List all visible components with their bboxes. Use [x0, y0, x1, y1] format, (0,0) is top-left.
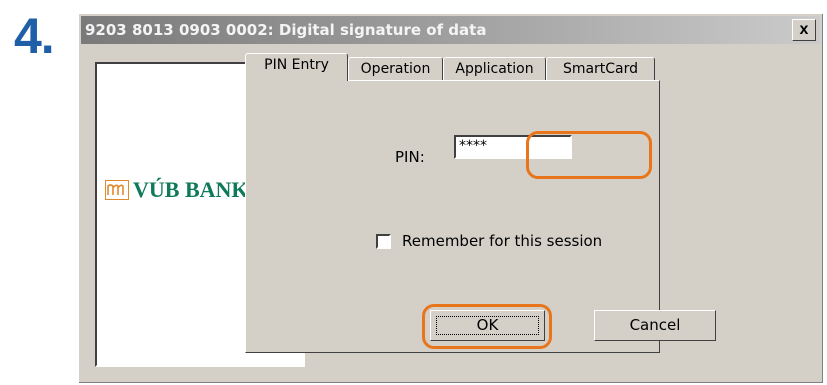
pin-label: PIN:: [395, 148, 425, 166]
cancel-button-label: Cancel: [629, 316, 681, 334]
remember-label[interactable]: Remember for this session: [402, 232, 602, 250]
tab-operation[interactable]: Operation: [348, 57, 443, 81]
pin-input[interactable]: ****: [454, 135, 572, 159]
remember-checkbox[interactable]: [376, 234, 391, 249]
step-number: 4.: [14, 8, 55, 64]
ok-button[interactable]: OK: [430, 310, 545, 341]
vub-banka-emblem-icon: [105, 180, 129, 200]
tab-application[interactable]: Application: [443, 57, 546, 81]
title-bar[interactable]: 9203 8013 0903 0002: Digital signature o…: [81, 16, 820, 44]
tab-smartcard[interactable]: SmartCard: [546, 57, 655, 81]
close-button[interactable]: x: [792, 19, 816, 41]
window-title: 9203 8013 0903 0002: Digital signature o…: [85, 21, 487, 39]
bank-logo: VÚB BANKA: [105, 177, 264, 203]
close-icon: x: [799, 21, 809, 38]
cancel-button[interactable]: Cancel: [594, 310, 716, 341]
tab-pin-entry[interactable]: PIN Entry: [245, 53, 348, 81]
focus-ring: [436, 316, 539, 335]
